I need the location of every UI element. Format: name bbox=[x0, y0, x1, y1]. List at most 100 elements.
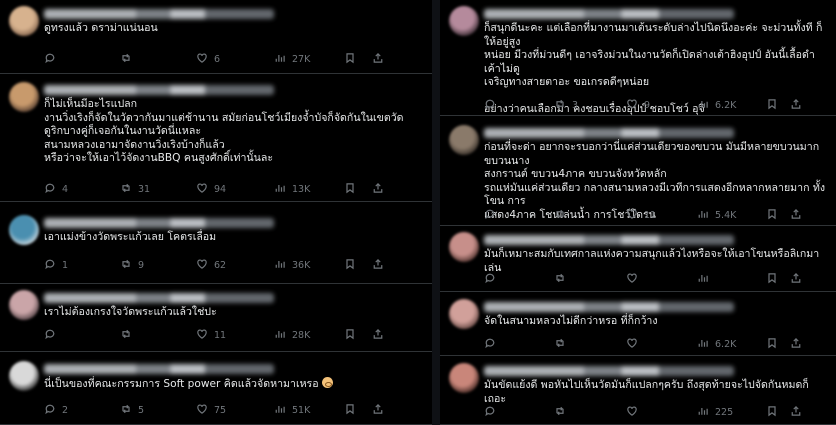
views-button[interactable]: 28K bbox=[274, 328, 310, 342]
avatar[interactable] bbox=[449, 232, 479, 262]
views-count: 225 bbox=[715, 406, 734, 418]
bookmark-button[interactable] bbox=[344, 52, 356, 66]
reply-button[interactable] bbox=[484, 405, 502, 419]
blurred-username[interactable] bbox=[484, 235, 734, 245]
repost-button[interactable] bbox=[554, 405, 572, 419]
views-button[interactable]: 27K bbox=[274, 52, 310, 66]
avatar[interactable] bbox=[9, 82, 39, 112]
blurred-username[interactable] bbox=[484, 9, 734, 19]
reply-button[interactable] bbox=[44, 328, 62, 342]
views-button[interactable]: 6.2K bbox=[697, 98, 736, 112]
repost-button[interactable] bbox=[554, 337, 572, 351]
bookmark-button[interactable] bbox=[766, 405, 778, 419]
action-bar: 11 5.4K bbox=[484, 208, 826, 222]
reply-icon bbox=[484, 337, 496, 352]
repost-button[interactable]: 9 bbox=[120, 258, 144, 272]
share-button[interactable] bbox=[372, 52, 384, 66]
reply-button[interactable] bbox=[484, 98, 502, 112]
bookmark-button[interactable] bbox=[766, 337, 778, 351]
views-button[interactable] bbox=[697, 272, 715, 286]
reply-button[interactable]: 4 bbox=[44, 182, 68, 196]
reply-button[interactable]: 2 bbox=[44, 403, 68, 417]
bookmark-button[interactable] bbox=[344, 403, 356, 417]
share-button[interactable] bbox=[790, 98, 802, 112]
share-icon bbox=[372, 258, 384, 273]
share-button[interactable] bbox=[790, 208, 802, 222]
like-icon bbox=[196, 182, 208, 197]
like-button[interactable]: 75 bbox=[196, 403, 226, 417]
share-icon bbox=[372, 403, 384, 418]
views-icon bbox=[274, 182, 286, 197]
like-button[interactable] bbox=[626, 405, 644, 419]
blurred-username[interactable] bbox=[44, 218, 274, 228]
repost-button[interactable]: 3 bbox=[554, 98, 578, 112]
reply-post: มันขัดแย้งดี พอหันไปเห็นวัดมันก็แปลกๆครั… bbox=[440, 356, 836, 425]
blurred-username[interactable] bbox=[44, 293, 274, 303]
like-button[interactable] bbox=[626, 337, 644, 351]
action-bar: 11 28K bbox=[44, 328, 422, 342]
blurred-username[interactable] bbox=[44, 364, 274, 374]
avatar[interactable] bbox=[449, 299, 479, 329]
bookmark-button[interactable] bbox=[766, 272, 778, 286]
repost-button[interactable] bbox=[554, 208, 572, 222]
repost-button[interactable]: 31 bbox=[120, 182, 150, 196]
bookmark-button[interactable] bbox=[766, 208, 778, 222]
reposts-count: 3 bbox=[572, 99, 579, 111]
views-icon bbox=[274, 328, 286, 343]
views-button[interactable]: 51K bbox=[274, 403, 310, 417]
avatar[interactable] bbox=[9, 6, 39, 36]
blurred-username[interactable] bbox=[484, 302, 734, 312]
blurred-username[interactable] bbox=[484, 128, 734, 138]
repost-button[interactable]: 5 bbox=[120, 403, 144, 417]
likes-count: 62 bbox=[214, 259, 227, 271]
reply-post: ก็ไม่เห็นมีอะไรแปลก งานวิ่งเริงก็จัดในวั… bbox=[0, 74, 432, 202]
views-button[interactable]: 225 bbox=[697, 405, 733, 419]
share-button[interactable] bbox=[790, 405, 802, 419]
like-button[interactable]: 9 bbox=[626, 98, 650, 112]
share-button[interactable] bbox=[372, 258, 384, 272]
likes-count: 11 bbox=[214, 329, 227, 341]
reply-button[interactable]: 1 bbox=[44, 258, 68, 272]
reply-post: เอาแม่งข้างวัดพระแก้วเลย โคตรเลื่อม 1 9 62 3… bbox=[0, 202, 432, 284]
views-button[interactable]: 36K bbox=[274, 258, 310, 272]
bookmark-button[interactable] bbox=[344, 328, 356, 342]
reply-button[interactable] bbox=[484, 337, 502, 351]
share-button[interactable] bbox=[790, 337, 802, 351]
share-icon bbox=[790, 405, 802, 420]
share-button[interactable] bbox=[790, 272, 802, 286]
reply-icon bbox=[44, 182, 56, 197]
avatar[interactable] bbox=[9, 215, 39, 245]
avatar[interactable] bbox=[449, 363, 479, 393]
share-button[interactable] bbox=[372, 328, 384, 342]
like-button[interactable]: 6 bbox=[196, 52, 220, 66]
share-icon bbox=[790, 208, 802, 223]
like-button[interactable] bbox=[626, 272, 644, 286]
blurred-username[interactable] bbox=[44, 9, 274, 19]
avatar[interactable] bbox=[449, 6, 479, 36]
repost-button[interactable] bbox=[120, 52, 138, 66]
bookmark-icon bbox=[344, 403, 356, 418]
reply-button[interactable] bbox=[484, 208, 502, 222]
blurred-username[interactable] bbox=[44, 85, 274, 95]
views-button[interactable]: 6.2K bbox=[697, 337, 736, 351]
views-button[interactable]: 5.4K bbox=[697, 208, 736, 222]
views-button[interactable]: 13K bbox=[274, 182, 310, 196]
avatar[interactable] bbox=[449, 125, 479, 155]
like-button[interactable]: 62 bbox=[196, 258, 226, 272]
blurred-username[interactable] bbox=[484, 366, 734, 376]
bookmark-button[interactable] bbox=[344, 258, 356, 272]
repost-button[interactable] bbox=[120, 328, 138, 342]
share-button[interactable] bbox=[372, 403, 384, 417]
reply-button[interactable] bbox=[44, 52, 62, 66]
like-button[interactable]: 11 bbox=[626, 208, 656, 222]
reply-button[interactable] bbox=[484, 272, 502, 286]
like-button[interactable]: 94 bbox=[196, 182, 226, 196]
repost-button[interactable] bbox=[554, 272, 572, 286]
like-button[interactable]: 11 bbox=[196, 328, 226, 342]
reply-post: นี่เป็นของที่คณะกรรมการ Soft power คิดแล… bbox=[0, 352, 432, 425]
bookmark-button[interactable] bbox=[344, 182, 356, 196]
avatar[interactable] bbox=[9, 290, 39, 320]
avatar[interactable] bbox=[9, 361, 39, 391]
bookmark-button[interactable] bbox=[766, 98, 778, 112]
share-button[interactable] bbox=[372, 182, 384, 196]
